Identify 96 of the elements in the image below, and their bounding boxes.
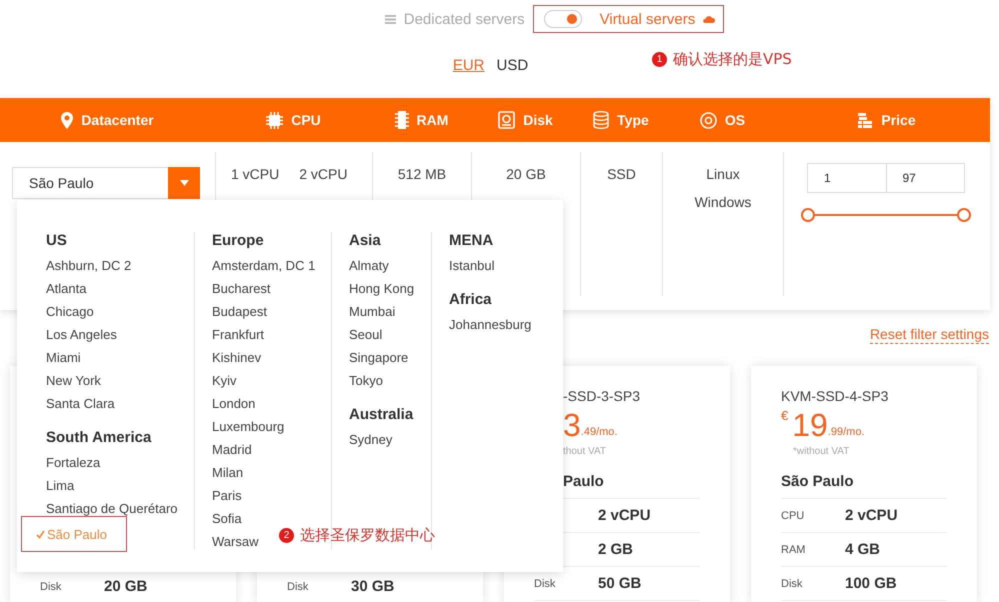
datacenter-option[interactable]: Miami xyxy=(46,350,81,373)
datacenter-option[interactable]: Madrid xyxy=(212,442,252,465)
datacenter-option[interactable]: Los Angeles xyxy=(46,327,117,350)
slider-thumb[interactable] xyxy=(957,208,971,222)
filter-column-heading: Type xyxy=(617,112,649,128)
region-heading: Africa xyxy=(449,291,492,310)
datacenter-option[interactable]: Frankfurt xyxy=(212,327,264,350)
datacenter-option[interactable]: Warsaw xyxy=(212,534,258,557)
annotation-text: 选择圣保罗数据中心 xyxy=(300,526,435,545)
filter-column-heading: OS xyxy=(724,112,746,128)
filter-column-heading: Datacenter xyxy=(81,112,154,128)
currency-symbol: € xyxy=(781,408,788,423)
datacenter-option[interactable]: Sydney xyxy=(349,432,392,455)
datacenter-option[interactable]: Atlanta xyxy=(46,281,86,304)
filter-column-heading: Disk xyxy=(523,112,553,128)
datacenter-option[interactable]: Amsterdam, DC 1 xyxy=(212,258,316,281)
price-cents: .99/mo. xyxy=(828,426,865,438)
memory-icon xyxy=(394,111,409,129)
spec-value: 4 GB xyxy=(845,541,880,558)
annotation-text: 确认选择的是VPS xyxy=(673,50,792,69)
disc-icon xyxy=(700,112,717,128)
datacenter-option[interactable]: Tokyo xyxy=(349,373,383,396)
datacenter-option[interactable]: Ashburn, DC 2 xyxy=(46,258,132,281)
plan-name: -SSD-3-SP3 xyxy=(563,388,642,404)
datacenter-option[interactable]: Kishinev xyxy=(212,350,262,373)
server-type-toggle[interactable] xyxy=(544,10,582,28)
region-heading: MENA xyxy=(449,232,494,251)
datacenter-option[interactable]: Istanbul xyxy=(449,258,495,281)
datacenter-option[interactable]: Luxembourg xyxy=(212,419,284,442)
region-heading: Asia xyxy=(349,232,381,251)
plan-location: São Paulo xyxy=(781,473,947,499)
cloud-icon xyxy=(703,15,716,23)
spec-label: Disk xyxy=(781,578,802,590)
vat-note: *without VAT xyxy=(792,446,850,457)
os-option[interactable]: Linux xyxy=(706,166,740,182)
price-cents: .49/mo. xyxy=(580,426,618,438)
region-heading: Europe xyxy=(212,232,264,251)
datacenter-option[interactable]: Paris xyxy=(212,488,242,511)
spec-label: Disk xyxy=(534,578,556,590)
disk-option[interactable]: 20 GB xyxy=(506,166,546,182)
spec-value: 30 GB xyxy=(351,578,394,595)
os-option[interactable]: Windows xyxy=(694,194,752,210)
check-icon xyxy=(36,530,45,538)
datacenter-option[interactable]: Seoul xyxy=(349,327,382,350)
step-number: 1 xyxy=(652,52,667,67)
list-icon xyxy=(384,14,396,24)
chip-icon xyxy=(266,112,284,128)
datacenter-option[interactable]: Sofia xyxy=(212,511,242,534)
region-heading: Australia xyxy=(349,406,414,425)
datacenter-option[interactable]: Hong Kong xyxy=(349,281,414,304)
datacenter-option[interactable]: Chicago xyxy=(46,304,94,327)
filter-column-heading: RAM xyxy=(416,112,448,128)
spec-value: 100 GB xyxy=(845,575,897,592)
datacenter-option[interactable]: Mumbai xyxy=(349,304,396,327)
slider-thumb[interactable] xyxy=(801,208,815,222)
location-pin-icon xyxy=(61,112,74,128)
datacenter-option[interactable]: New York xyxy=(46,373,101,396)
spec-value: 50 GB xyxy=(598,575,642,592)
plan-name: KVM-SSD-4-SP3 xyxy=(781,388,890,404)
vat-note: thout VAT xyxy=(563,446,607,457)
step-number: 2 xyxy=(279,528,294,543)
datacenter-option[interactable]: Lima xyxy=(46,478,74,501)
region-heading: US xyxy=(46,232,67,251)
currency-option[interactable]: USD xyxy=(496,56,528,74)
datacenter-option[interactable]: Fortaleza xyxy=(46,455,100,478)
datacenter-option[interactable]: London xyxy=(212,396,256,419)
datacenter-select[interactable]: São Paulo xyxy=(12,167,200,199)
caret-icon xyxy=(180,180,188,186)
datacenter-option[interactable]: Milan xyxy=(212,465,244,488)
datacenter-option[interactable]: Bucharest xyxy=(212,281,271,304)
max-price-field[interactable]: 97 xyxy=(886,163,965,193)
type-option[interactable]: SSD xyxy=(607,166,636,182)
datacenter-option[interactable]: Johannesburg xyxy=(449,317,532,340)
datacenter-option[interactable]: Singapore xyxy=(349,350,408,373)
spec-value: 2 GB xyxy=(598,541,634,558)
spec-value: 2 vCPU xyxy=(598,507,651,524)
spec-value: 2 vCPU xyxy=(845,507,898,524)
coins-icon xyxy=(857,111,874,129)
region-heading: South America xyxy=(46,429,152,448)
datacenter-option[interactable]: Santa Clara xyxy=(46,396,115,419)
min-price-field[interactable]: 1 xyxy=(807,163,886,193)
filter-column-heading: CPU xyxy=(291,112,321,128)
spec-label: Disk xyxy=(287,580,308,592)
datacenter-option[interactable]: Almaty xyxy=(349,258,389,281)
datacenter-option[interactable]: Kyiv xyxy=(212,373,237,396)
spec-label: CPU xyxy=(781,510,804,522)
spec-value: 20 GB xyxy=(104,578,148,595)
filter-column-heading: Price xyxy=(881,112,916,128)
datacenter-option[interactable]: Budapest xyxy=(212,304,267,327)
spec-label: RAM xyxy=(781,544,806,556)
spec-label: Disk xyxy=(40,580,62,592)
ram-option[interactable]: 512 MB xyxy=(398,166,446,182)
price-amount: 3 xyxy=(563,408,581,442)
hard-drive-icon xyxy=(498,111,516,129)
database-icon xyxy=(593,111,610,129)
price-amount: 19 xyxy=(792,408,828,442)
